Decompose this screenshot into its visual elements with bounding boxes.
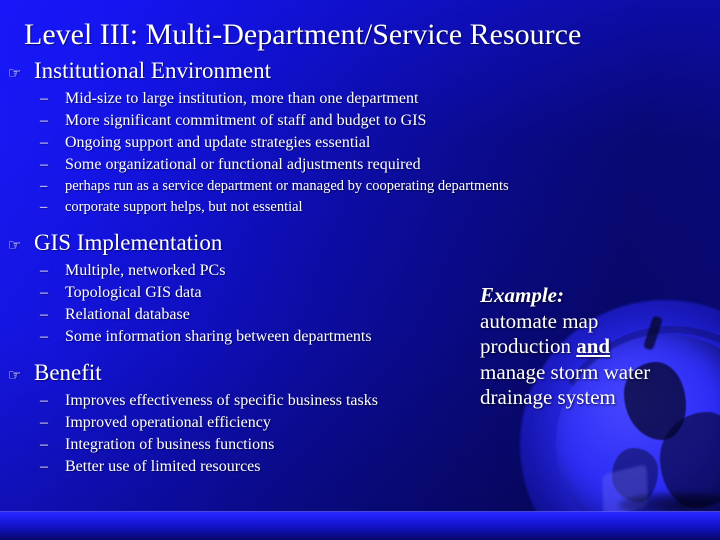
list-item: – perhaps run as a service department or… [0,176,720,197]
hand-pointer-bullet-icon: ☞ [8,366,22,384]
dash-bullet-icon: – [40,436,48,453]
dash-bullet-icon: – [40,178,48,194]
dash-bullet-icon: – [40,199,48,215]
list-item: – Some organizational or functional adju… [0,154,720,176]
slide-title: Level III: Multi-Department/Service Reso… [24,18,582,51]
list-item-label: Some information sharing between departm… [65,328,372,345]
dash-bullet-icon: – [40,414,48,431]
list-item: – corporate support helps, but not essen… [0,197,720,218]
section-heading-label: GIS Implementation [34,230,223,255]
section-items-institutional-environment: – Mid-size to large institution, more th… [0,88,720,218]
dash-bullet-icon: – [40,306,48,323]
list-item: – Integration of business functions [0,434,720,456]
example-line-2-prefix: production [480,334,577,358]
list-item: – Better use of limited resources [0,456,720,478]
example-line-2-emphasis: and [576,334,611,358]
list-item-label: Better use of limited resources [65,458,261,475]
list-item-label: Improves effectiveness of specific busin… [65,392,378,409]
list-item-label: More significant commitment of staff and… [65,112,427,129]
dash-bullet-icon: – [40,284,48,301]
example-line-4: drainage system [480,385,616,409]
list-item-label: perhaps run as a service department or m… [65,178,509,194]
list-item-label: corporate support helps, but not essenti… [65,199,303,215]
hand-pointer-bullet-icon: ☞ [8,64,22,82]
list-item: – Mid-size to large institution, more th… [0,88,720,110]
list-item: – Multiple, networked PCs [0,260,720,282]
dash-bullet-icon: – [40,134,48,151]
presentation-slide: Level III: Multi-Department/Service Reso… [0,0,720,540]
list-item-label: Improved operational efficiency [65,414,271,431]
section-heading-institutional-environment: ☞ Institutional Environment [0,56,720,88]
slide-body: ☞ Institutional Environment – Mid-size t… [0,56,720,478]
section-heading-label: Institutional Environment [34,58,271,83]
list-item-label: Mid-size to large institution, more than… [65,90,419,107]
example-line-3: manage storm water [480,359,651,384]
dash-bullet-icon: – [40,112,48,129]
list-item: – More significant commitment of staff a… [0,110,720,132]
example-callout: Example: automate map production and man… [480,283,712,411]
dash-bullet-icon: – [40,156,48,173]
section-heading-gis-implementation: ☞ GIS Implementation [0,228,720,260]
dash-bullet-icon: – [40,90,48,107]
dash-bullet-icon: – [40,262,48,279]
dash-bullet-icon: – [40,328,48,345]
dash-bullet-icon: – [40,392,48,409]
list-item-label: Some organizational or functional adjust… [65,156,421,173]
section-heading-label: Benefit [34,360,102,385]
list-item-label: Integration of business functions [65,436,275,453]
slide-content: Level III: Multi-Department/Service Reso… [0,0,720,540]
example-line-1: automate map [480,308,599,333]
list-item-label: Ongoing support and update strategies es… [65,134,371,151]
dash-bullet-icon: – [40,458,48,475]
example-heading: Example: [480,283,564,307]
list-item-label: Topological GIS data [65,284,202,301]
hand-pointer-bullet-icon: ☞ [8,236,22,254]
example-line-2: production and [480,334,712,360]
list-item-label: Relational database [65,306,190,323]
list-item: – Ongoing support and update strategies … [0,132,720,154]
list-item-label: Multiple, networked PCs [65,262,226,279]
list-item: – Improved operational efficiency [0,412,720,434]
